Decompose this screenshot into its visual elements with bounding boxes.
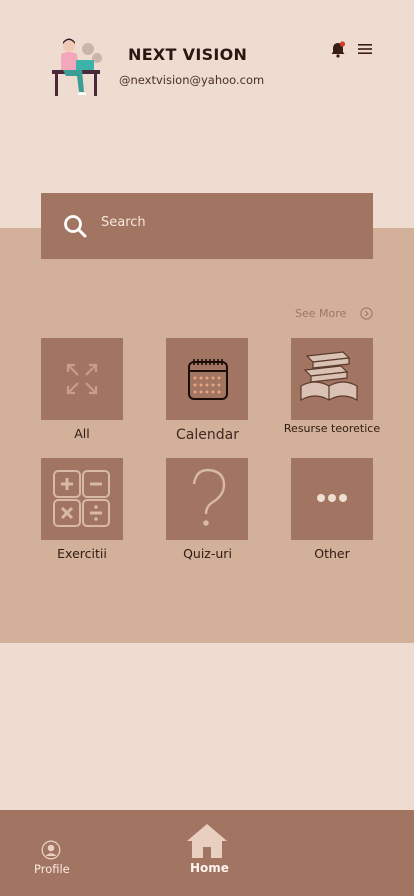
- more-dots-icon: [317, 494, 347, 502]
- category-tile-calendar[interactable]: [166, 338, 248, 420]
- search-icon: [64, 215, 87, 238]
- expand-arrows-icon: [66, 363, 98, 395]
- category-label-calendar: Calendar: [176, 427, 239, 443]
- category-label-resurse-teoretice: Resurse teoretice: [283, 422, 381, 435]
- category-tile-quiz-uri[interactable]: [166, 458, 248, 540]
- bottom-nav: Profile Home: [0, 810, 414, 896]
- books-icon: [300, 351, 358, 402]
- lower-background: [0, 643, 414, 810]
- category-tile-other[interactable]: [291, 458, 373, 540]
- category-label-all: All: [74, 426, 90, 441]
- math-operators-icon: [53, 470, 110, 527]
- nav-profile-label[interactable]: Profile: [34, 862, 70, 876]
- category-tile-all[interactable]: [41, 338, 123, 420]
- notification-bell-icon[interactable]: [330, 41, 346, 58]
- category-tile-resurse-teoretice[interactable]: [291, 338, 373, 420]
- home-icon[interactable]: [186, 823, 228, 859]
- question-mark-icon: [192, 468, 226, 526]
- see-more-link[interactable]: See More: [295, 307, 346, 320]
- category-label-quiz-uri: Quiz-uri: [183, 546, 232, 561]
- avatar[interactable]: [48, 36, 110, 100]
- app-title: NEXT VISION: [128, 45, 248, 64]
- category-tile-exercitii[interactable]: [41, 458, 123, 540]
- profile-icon[interactable]: [41, 840, 61, 860]
- hamburger-menu-icon[interactable]: [358, 43, 372, 55]
- calendar-icon: [188, 359, 228, 400]
- category-label-exercitii: Exercitii: [57, 546, 107, 561]
- nav-home-label[interactable]: Home: [190, 861, 229, 875]
- search-bar[interactable]: Search: [41, 193, 373, 259]
- chevron-right-circle-icon[interactable]: [360, 307, 373, 320]
- search-input[interactable]: Search: [101, 215, 146, 230]
- category-label-other: Other: [314, 546, 350, 561]
- user-email: @nextvision@yahoo.com: [119, 73, 265, 87]
